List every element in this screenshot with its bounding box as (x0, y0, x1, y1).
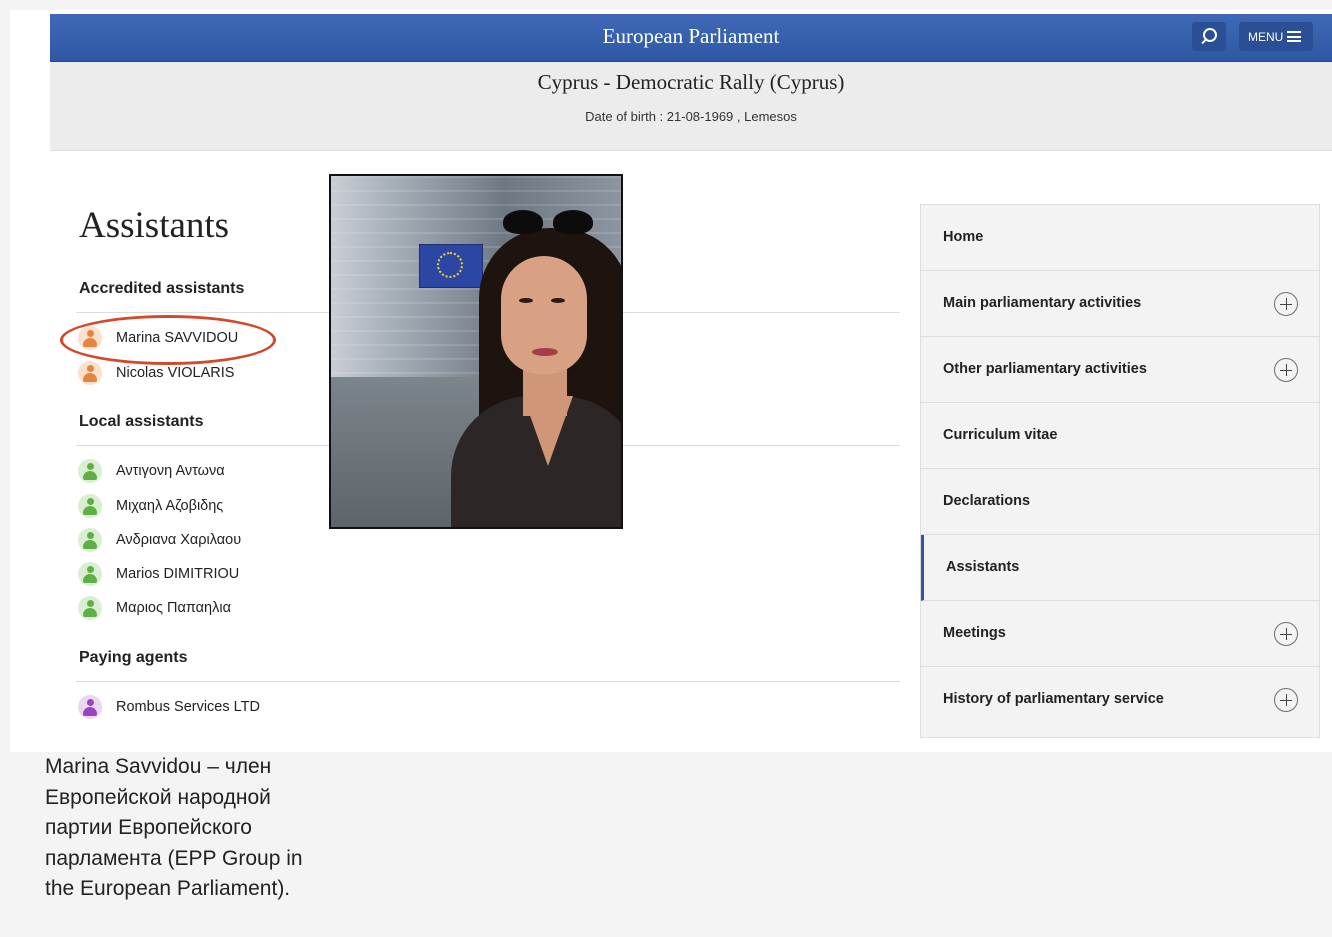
sidebar-item-home[interactable]: Home (921, 205, 1319, 271)
highlight-circle (60, 315, 276, 365)
sidebar-item-label: Main parliamentary activities (943, 295, 1142, 311)
member-header: Cyprus - Democratic Rally (Cyprus) Date … (50, 62, 1332, 151)
assistant-name[interactable]: Μιχαηλ Αζοβιδης (116, 498, 223, 514)
section-title-accredited: Accredited assistants (79, 280, 245, 297)
sidebar-item-cv[interactable]: Curriculum vitae (921, 403, 1319, 469)
site-title[interactable]: European Parliament (50, 24, 1332, 49)
sidebar-item-label: Declarations (943, 493, 1031, 509)
person-icon (78, 459, 102, 483)
portrait-photo (329, 174, 623, 529)
screenshot: European Parliament MENU Cyprus - Democr… (10, 10, 1332, 752)
sidebar-item-label: Meetings (943, 625, 1006, 641)
divider (76, 681, 900, 682)
assistant-name[interactable]: Rombus Services LTD (116, 699, 260, 715)
plus-circle-icon[interactable] (1274, 358, 1298, 382)
person-icon (78, 528, 102, 552)
sidebar-item-other-activities[interactable]: Other parliamentary activities (921, 337, 1319, 403)
sidebar-item-meetings[interactable]: Meetings (921, 601, 1319, 667)
menu-label: MENU (1248, 30, 1284, 44)
plus-circle-icon[interactable] (1274, 622, 1298, 646)
person-icon (78, 695, 102, 719)
sidebar-item-assistants[interactable]: Assistants (921, 535, 1319, 601)
sidebar-item-label: Other parliamentary activities (943, 361, 1147, 377)
sidebar-item-history[interactable]: History of parliamentary service (921, 667, 1319, 733)
section-title-local: Local assistants (79, 413, 204, 430)
assistant-name[interactable]: Μαριος Παπαηλια (116, 600, 231, 616)
section-title-paying-agents: Paying agents (79, 649, 188, 666)
menu-button[interactable]: MENU (1239, 22, 1313, 51)
assistant-name[interactable]: Αντιγονη Αντωνα (116, 463, 225, 479)
sidebar-item-label: History of parliamentary service (943, 691, 1164, 707)
caption-text: Marina Savvidou – член Европейской народ… (45, 755, 303, 900)
sunglasses (503, 210, 593, 240)
search-button[interactable] (1192, 22, 1226, 51)
person-icon (78, 361, 102, 385)
person-icon (78, 562, 102, 586)
sidebar-item-label: Curriculum vitae (943, 427, 1058, 443)
hamburger-icon (1287, 31, 1301, 42)
top-bar: European Parliament MENU (50, 14, 1332, 62)
sidebar-item-declarations[interactable]: Declarations (921, 469, 1319, 535)
person-icon (78, 596, 102, 620)
sidebar-nav: Home Main parliamentary activities Other… (920, 204, 1320, 738)
sidebar-item-label: Home (943, 229, 984, 245)
page-title: Assistants (79, 205, 230, 246)
assistant-name[interactable]: Nicolas VIOLARIS (116, 365, 234, 381)
assistant-name[interactable]: Ανδριανα Χαριλαου (116, 532, 241, 548)
sidebar-item-main-activities[interactable]: Main parliamentary activities (921, 271, 1319, 337)
eu-flag-icon (419, 244, 483, 288)
member-dob: Date of birth : 21-08-1969 , Lemesos (585, 109, 797, 124)
assistant-name[interactable]: Marios DIMITRIOU (116, 566, 239, 582)
member-party: Cyprus - Democratic Rally (Cyprus) (537, 70, 845, 94)
person-icon (78, 494, 102, 518)
plus-circle-icon[interactable] (1274, 688, 1298, 712)
plus-circle-icon[interactable] (1274, 292, 1298, 316)
sidebar-item-label: Assistants (946, 559, 1020, 575)
